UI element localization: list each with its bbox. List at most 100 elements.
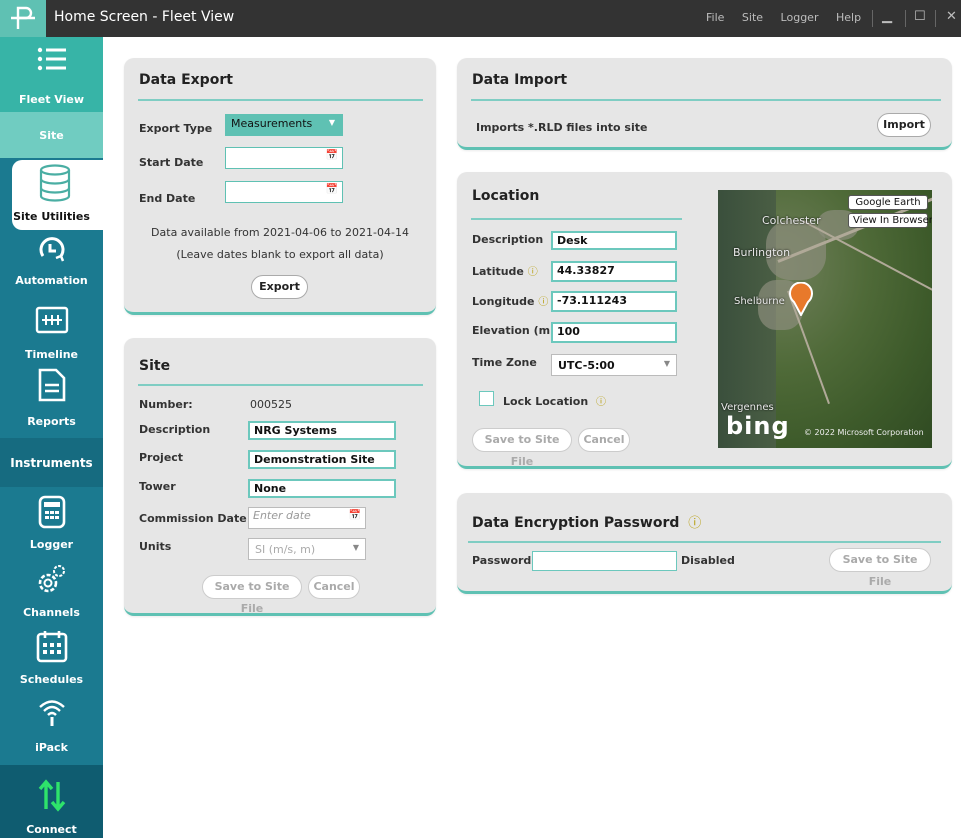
timezone-label: Time Zone — [472, 356, 537, 369]
window-title: Home Screen - Fleet View — [54, 9, 235, 25]
menu-logger[interactable]: Logger — [781, 11, 819, 24]
menu-bar: File Site Logger Help — [706, 11, 875, 24]
map-label-shelburne: Shelburne — [734, 296, 785, 307]
calendar-icon: 📅 — [325, 184, 338, 195]
encryption-title: Data Encryption Password — [472, 515, 680, 531]
chevron-down-icon: ▼ — [328, 118, 335, 127]
units-select[interactable]: SI (m/s, m) ▼ — [248, 538, 366, 560]
nav-logger[interactable]: Logger — [0, 495, 103, 561]
info-icon[interactable]: ⓘ — [538, 297, 548, 308]
separator — [905, 10, 906, 27]
title-bar: Home Screen - Fleet View File Site Logge… — [0, 0, 961, 37]
calendar-icon — [36, 631, 68, 663]
app-logo — [0, 0, 46, 37]
google-earth-button[interactable]: Google Earth — [848, 195, 928, 210]
import-description: Imports *.RLD files into site — [476, 121, 648, 134]
menu-site[interactable]: Site — [742, 11, 763, 24]
close-button[interactable]: ✕ — [946, 9, 957, 24]
info-icon[interactable]: ⓘ — [528, 267, 538, 278]
data-export-title: Data Export — [139, 72, 233, 88]
location-save-button[interactable]: Save to Site File — [472, 428, 572, 468]
map-label-colchester: Colchester — [762, 214, 821, 227]
site-cancel-button[interactable]: Cancel — [308, 575, 360, 599]
chevron-down-icon: ▼ — [663, 359, 670, 368]
nav-instruments[interactable]: Instruments — [0, 438, 103, 487]
location-cancel-button[interactable]: Cancel — [578, 428, 630, 452]
timezone-select[interactable]: UTC-5:00 ▼ — [551, 354, 677, 376]
nav-fleet-view-label: Fleet View — [18, 93, 84, 106]
minimize-button[interactable]: ▁ — [882, 9, 892, 24]
location-map[interactable]: Google Earth View In Browser Colchester … — [718, 190, 932, 448]
encryption-panel: Data Encryption Password ⓘ Password Disa… — [457, 493, 952, 594]
lock-location-text: Lock Location — [503, 395, 589, 408]
divider — [471, 218, 682, 220]
nav-channels-label: Channels — [23, 606, 80, 619]
timeline-icon — [35, 306, 69, 334]
lock-location-label: Lock Location ⓘ — [503, 393, 606, 408]
password-label: Password — [472, 554, 532, 567]
info-icon[interactable]: ⓘ — [688, 516, 701, 531]
longitude-label: Longitude ⓘ — [472, 293, 548, 308]
commission-date-input[interactable]: Enter date 📅 — [248, 507, 366, 529]
export-type-label: Export Type — [139, 122, 213, 135]
nav-automation-label: Automation — [15, 274, 88, 287]
export-button[interactable]: Export — [251, 275, 308, 299]
nav-ipack[interactable]: iPack — [0, 697, 103, 763]
import-button[interactable]: Import — [877, 113, 931, 137]
maximize-button[interactable]: ☐ — [914, 9, 926, 24]
site-description-input[interactable]: NRG Systems — [248, 421, 396, 440]
map-label-burlington: Burlington — [733, 246, 791, 259]
lock-location-checkbox[interactable] — [479, 391, 494, 406]
gear-icon — [38, 565, 65, 593]
nav-ipack-label: iPack — [35, 741, 68, 754]
units-label: Units — [139, 540, 172, 553]
commission-date-label: Commission Date ⓘ — [139, 510, 261, 525]
divider — [471, 99, 941, 101]
commission-date-text: Commission Date — [139, 512, 247, 525]
site-title: Site — [139, 358, 171, 374]
menu-help[interactable]: Help — [836, 11, 861, 24]
longitude-input[interactable]: -73.111243 — [551, 291, 677, 312]
calendar-icon: 📅 — [325, 150, 338, 161]
latitude-input[interactable]: 44.33827 — [551, 261, 677, 282]
site-number-label: Number: — [139, 398, 193, 411]
commission-date-placeholder: Enter date — [253, 509, 311, 522]
nav-reports[interactable]: Reports — [0, 365, 103, 431]
info-icon[interactable]: ⓘ — [596, 397, 606, 408]
nav-timeline[interactable]: Timeline — [0, 302, 103, 364]
nav-fleet-view[interactable]: Fleet View — [0, 37, 103, 112]
export-type-select[interactable]: Measurements ▼ — [225, 114, 343, 136]
nav-connect[interactable]: Connect — [0, 765, 103, 838]
site-save-button[interactable]: Save to Site File — [202, 575, 302, 615]
end-date-input[interactable]: 📅 — [225, 181, 343, 203]
logger-icon — [38, 495, 66, 529]
connect-arrows-icon — [38, 779, 66, 812]
latitude-label: Latitude ⓘ — [472, 263, 538, 278]
end-date-label: End Date — [139, 192, 196, 205]
site-panel: Site Number: 000525 Description NRG Syst… — [124, 338, 436, 616]
menu-file[interactable]: File — [706, 11, 724, 24]
location-description-input[interactable]: Desk — [551, 231, 677, 250]
nav-schedules[interactable]: Schedules — [0, 627, 103, 693]
nav-site[interactable]: Site — [0, 112, 103, 158]
encryption-save-button[interactable]: Save to Site File — [829, 548, 931, 588]
elevation-input[interactable]: 100 — [551, 322, 677, 343]
start-date-label: Start Date — [139, 156, 204, 169]
data-export-panel: Data Export Export Type Measurements ▼ S… — [124, 58, 436, 315]
password-input[interactable] — [532, 551, 677, 571]
separator — [935, 10, 936, 27]
availability-text: Data available from 2021-04-06 to 2021-0… — [151, 226, 409, 239]
nav-automation[interactable]: Automation — [0, 232, 103, 292]
latitude-text: Latitude — [472, 265, 524, 278]
nav-channels[interactable]: Channels — [0, 560, 103, 622]
site-tower-input[interactable]: None — [248, 479, 396, 498]
wifi-icon — [39, 700, 65, 726]
start-date-input[interactable]: 📅 — [225, 147, 343, 169]
map-pin-icon — [789, 282, 813, 316]
site-project-input[interactable]: Demonstration Site — [248, 450, 396, 469]
timezone-value: UTC-5:00 — [558, 359, 615, 372]
divider — [468, 541, 941, 543]
view-in-browser-button[interactable]: View In Browser — [848, 213, 932, 228]
nav-site-utilities[interactable]: Site Utilities — [12, 160, 103, 230]
data-import-title: Data Import — [472, 72, 568, 88]
